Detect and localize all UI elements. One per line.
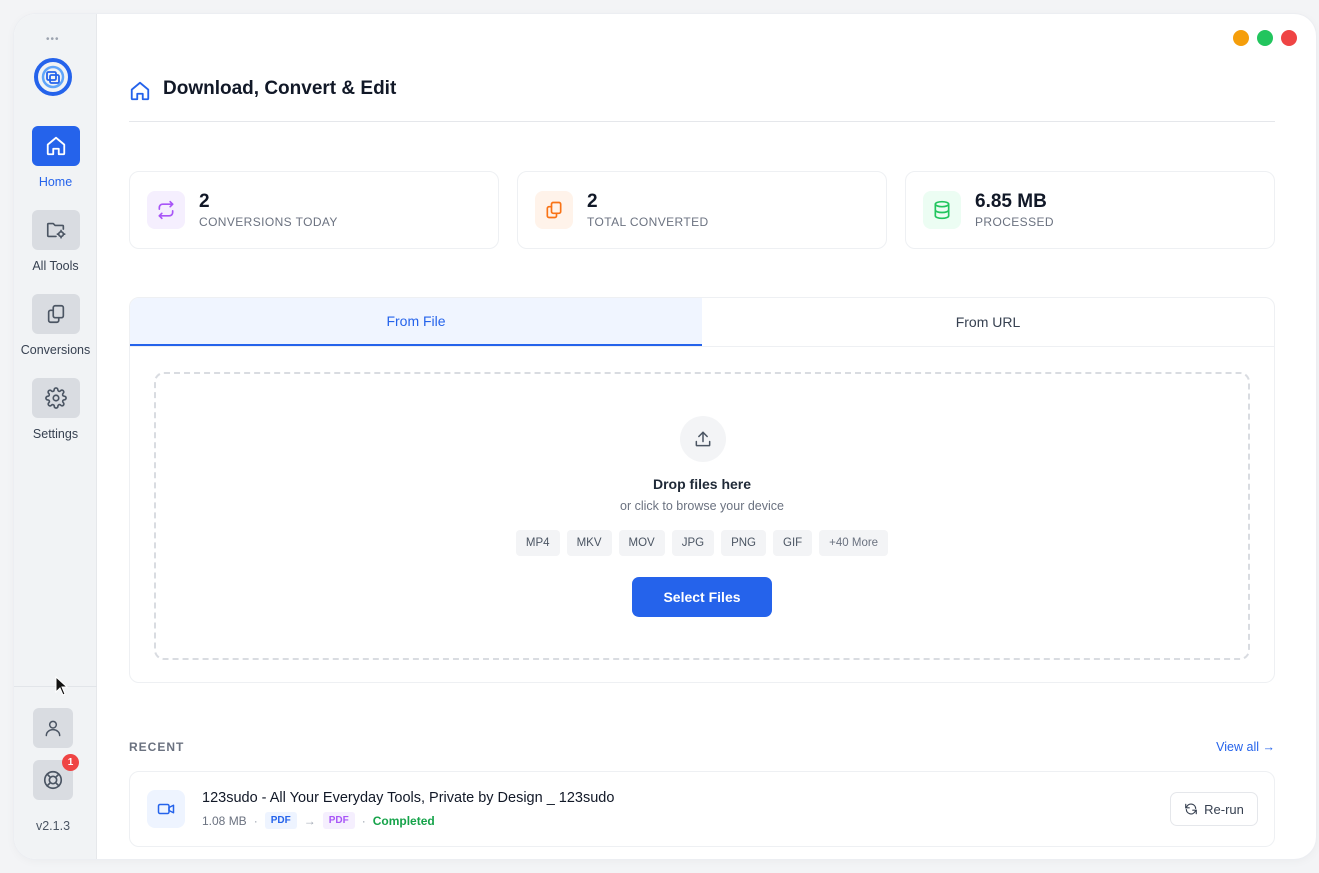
format-list: MP4 MKV MOV JPG PNG GIF +40 More bbox=[156, 530, 1248, 556]
stat-label: CONVERSIONS TODAY bbox=[199, 215, 338, 229]
recent-item-title: 123sudo - All Your Everyday Tools, Priva… bbox=[202, 790, 615, 806]
video-icon bbox=[147, 790, 185, 828]
tab-from-file[interactable]: From File bbox=[130, 298, 702, 346]
version-label: v2.1.3 bbox=[35, 819, 71, 833]
view-all-link[interactable]: View all → bbox=[1216, 740, 1275, 754]
page-header: Download, Convert & Edit bbox=[129, 78, 1275, 122]
repeat-icon bbox=[147, 191, 185, 229]
user-icon bbox=[45, 720, 61, 737]
stat-value: 2 bbox=[199, 191, 210, 212]
rerun-label: Re-run bbox=[1204, 801, 1244, 817]
tab-from-url[interactable]: From URL bbox=[702, 298, 1274, 346]
arrow-right-icon: → bbox=[303, 813, 316, 828]
app-window: ••• Home All Tools Conversions Settings … bbox=[14, 14, 1316, 859]
close-button[interactable] bbox=[1281, 30, 1297, 46]
copy-icon[interactable] bbox=[31, 294, 80, 334]
sidebar: ••• Home All Tools Conversions Settings … bbox=[14, 14, 97, 859]
recent-list-item[interactable]: 123sudo - All Your Everyday Tools, Priva… bbox=[129, 771, 1275, 847]
upload-icon bbox=[680, 416, 726, 462]
sidebar-item-conversions[interactable]: Conversions bbox=[14, 294, 97, 357]
gear-icon[interactable] bbox=[31, 378, 80, 418]
sidebar-item-label: Settings bbox=[32, 427, 79, 441]
drag-grip-icon[interactable]: ••• bbox=[46, 34, 60, 45]
recent-header: RECENT View all → bbox=[129, 740, 1275, 754]
sidebar-item-settings[interactable]: Settings bbox=[14, 378, 97, 441]
sidebar-item-all-tools[interactable]: All Tools bbox=[14, 210, 97, 273]
page-title: Download, Convert & Edit bbox=[163, 78, 397, 99]
dropzone-subtitle: or click to browse your device bbox=[620, 499, 784, 513]
format-chip: JPG bbox=[671, 530, 715, 556]
folder-settings-icon[interactable] bbox=[31, 210, 80, 250]
stat-value: 6.85 MB bbox=[975, 191, 1047, 212]
sidebar-item-label: All Tools bbox=[32, 259, 79, 273]
meta-separator: · bbox=[253, 813, 258, 828]
stat-card-conversions-today: 2 CONVERSIONS TODAY bbox=[129, 171, 499, 249]
sidebar-item-home[interactable]: Home bbox=[14, 126, 97, 189]
recent-item-meta: 1.08 MB · PDF → PDF · Completed bbox=[202, 812, 435, 829]
recent-title: RECENT bbox=[129, 740, 185, 754]
home-icon[interactable] bbox=[31, 126, 80, 166]
main-content: Download, Convert & Edit 2 CONVERSIONS T… bbox=[129, 14, 1275, 859]
target-format-tag: PDF bbox=[322, 812, 355, 829]
stat-card-processed: 6.85 MB PROCESSED bbox=[905, 171, 1275, 249]
notification-badge: 1 bbox=[62, 754, 79, 771]
format-chip-more: +40 More bbox=[819, 530, 889, 556]
mouse-cursor-icon bbox=[55, 676, 69, 696]
stat-label: PROCESSED bbox=[975, 215, 1054, 229]
home-icon bbox=[130, 81, 150, 101]
app-logo bbox=[34, 58, 72, 96]
profile-button[interactable] bbox=[33, 708, 73, 748]
meta-separator: · bbox=[361, 813, 366, 828]
source-tabs: From File From URL bbox=[130, 298, 1274, 347]
format-chip: GIF bbox=[773, 530, 813, 556]
database-icon bbox=[923, 191, 961, 229]
format-chip: PNG bbox=[721, 530, 766, 556]
refresh-icon bbox=[1185, 803, 1197, 815]
lifebuoy-icon bbox=[43, 770, 63, 790]
support-button[interactable]: 1 bbox=[33, 754, 79, 800]
file-dropzone[interactable]: Drop files here or click to browse your … bbox=[154, 372, 1250, 660]
converter-panel: From File From URL Drop files here or cl… bbox=[129, 297, 1275, 683]
format-chip: MKV bbox=[566, 530, 612, 556]
stat-label: TOTAL CONVERTED bbox=[587, 215, 709, 229]
stat-value: 2 bbox=[587, 191, 598, 212]
stats-row: 2 CONVERSIONS TODAY 2 TOTAL CONVERTED 6.… bbox=[129, 171, 1275, 249]
format-chip: MOV bbox=[618, 530, 665, 556]
status-badge: Completed bbox=[372, 813, 435, 828]
dropzone-title: Drop files here bbox=[652, 476, 752, 492]
format-chip: MP4 bbox=[515, 530, 560, 556]
rerun-button[interactable]: Re-run bbox=[1170, 792, 1258, 826]
sidebar-item-label: Conversions bbox=[20, 343, 91, 357]
select-files-button[interactable]: Select Files bbox=[632, 577, 772, 617]
source-format-tag: PDF bbox=[264, 812, 297, 829]
stat-card-total-converted: 2 TOTAL CONVERTED bbox=[517, 171, 887, 249]
sidebar-item-label: Home bbox=[38, 175, 73, 189]
file-size: 1.08 MB bbox=[202, 813, 247, 828]
copy-icon bbox=[535, 191, 573, 229]
